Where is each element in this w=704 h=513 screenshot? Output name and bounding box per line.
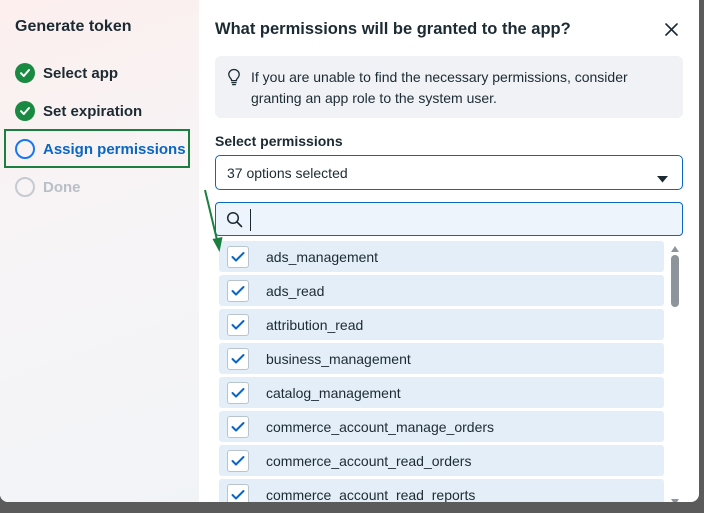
option-label: catalog_management [266, 384, 401, 401]
lightbulb-icon [227, 68, 241, 91]
option-attribution-read[interactable]: attribution_read [219, 309, 664, 340]
checkbox-checked[interactable] [227, 245, 249, 268]
pending-step-circle-icon [15, 177, 35, 197]
current-step-highlight [4, 129, 190, 168]
checkbox-checked[interactable] [227, 483, 249, 502]
list-scrollbar[interactable] [669, 240, 681, 502]
info-text: If you are unable to find the necessary … [251, 69, 628, 106]
step-label: Set expiration [43, 102, 143, 120]
option-commerce-account-read-orders[interactable]: commerce_account_read_orders [219, 445, 664, 476]
checkbox-checked[interactable] [227, 279, 249, 302]
checkbox-checked[interactable] [227, 415, 249, 438]
option-label: attribution_read [266, 316, 364, 333]
checkmark-icon [231, 387, 245, 397]
option-business-management[interactable]: business_management [219, 343, 664, 374]
checkmark-icon [231, 285, 245, 295]
sidebar-title: Generate token [15, 18, 132, 35]
checkmark-icon [231, 251, 245, 261]
scroll-down-arrow-icon[interactable] [670, 493, 680, 502]
checkmark-icon [231, 489, 245, 499]
checkbox-checked[interactable] [227, 313, 249, 336]
option-ads-read[interactable]: ads_read [219, 275, 664, 306]
option-commerce-account-manage-orders[interactable]: commerce_account_manage_orders [219, 411, 664, 442]
step-select-app: Select app [15, 62, 118, 84]
permissions-dropdown[interactable]: 37 options selected [215, 155, 683, 190]
option-label: business_management [266, 350, 411, 367]
option-commerce-account-read-reports[interactable]: commerce_account_read_reports [219, 479, 664, 502]
checkmark-icon [231, 319, 245, 329]
checkbox-checked[interactable] [227, 347, 249, 370]
dropdown-value: 37 options selected [227, 165, 348, 181]
permission-options-list: ads_management ads_read attribution_read… [219, 240, 664, 502]
permission-search-box[interactable] [215, 202, 683, 236]
option-catalog-management[interactable]: catalog_management [219, 377, 664, 408]
info-banner: If you are unable to find the necessary … [215, 56, 683, 118]
close-button[interactable] [661, 19, 681, 39]
option-label: ads_management [266, 248, 379, 265]
dialog-title: What permissions will be granted to the … [215, 20, 571, 38]
checkmark-icon [231, 353, 245, 363]
checkbox-checked[interactable] [227, 449, 249, 472]
generate-token-dialog: Generate token Select app Set expiration… [0, 0, 699, 502]
steps-sidebar: Generate token Select app Set expiration… [0, 0, 199, 502]
step-set-expiration: Set expiration [15, 100, 142, 122]
close-icon [664, 22, 678, 36]
caret-down-icon [657, 170, 668, 188]
scroll-thumb[interactable] [671, 255, 679, 307]
checkbox-checked[interactable] [227, 381, 249, 404]
option-label: commerce_account_manage_orders [266, 418, 495, 435]
permissions-panel: What permissions will be granted to the … [199, 0, 699, 502]
option-label: commerce_account_read_reports [266, 486, 476, 503]
checkmark-icon [231, 455, 245, 465]
search-input[interactable] [250, 209, 675, 231]
checkmark-icon [231, 421, 245, 431]
annotation-arrow-icon [204, 189, 223, 252]
step-label: Done [43, 178, 81, 196]
option-label: commerce_account_read_orders [266, 452, 472, 469]
option-label: ads_read [266, 282, 325, 299]
option-ads-management[interactable]: ads_management [219, 241, 664, 272]
select-permissions-label: Select permissions [215, 133, 343, 149]
step-label: Select app [43, 64, 119, 82]
step-done: Done [15, 176, 81, 198]
search-icon [226, 211, 243, 233]
check-circle-icon [15, 63, 35, 83]
check-circle-icon [15, 101, 35, 121]
